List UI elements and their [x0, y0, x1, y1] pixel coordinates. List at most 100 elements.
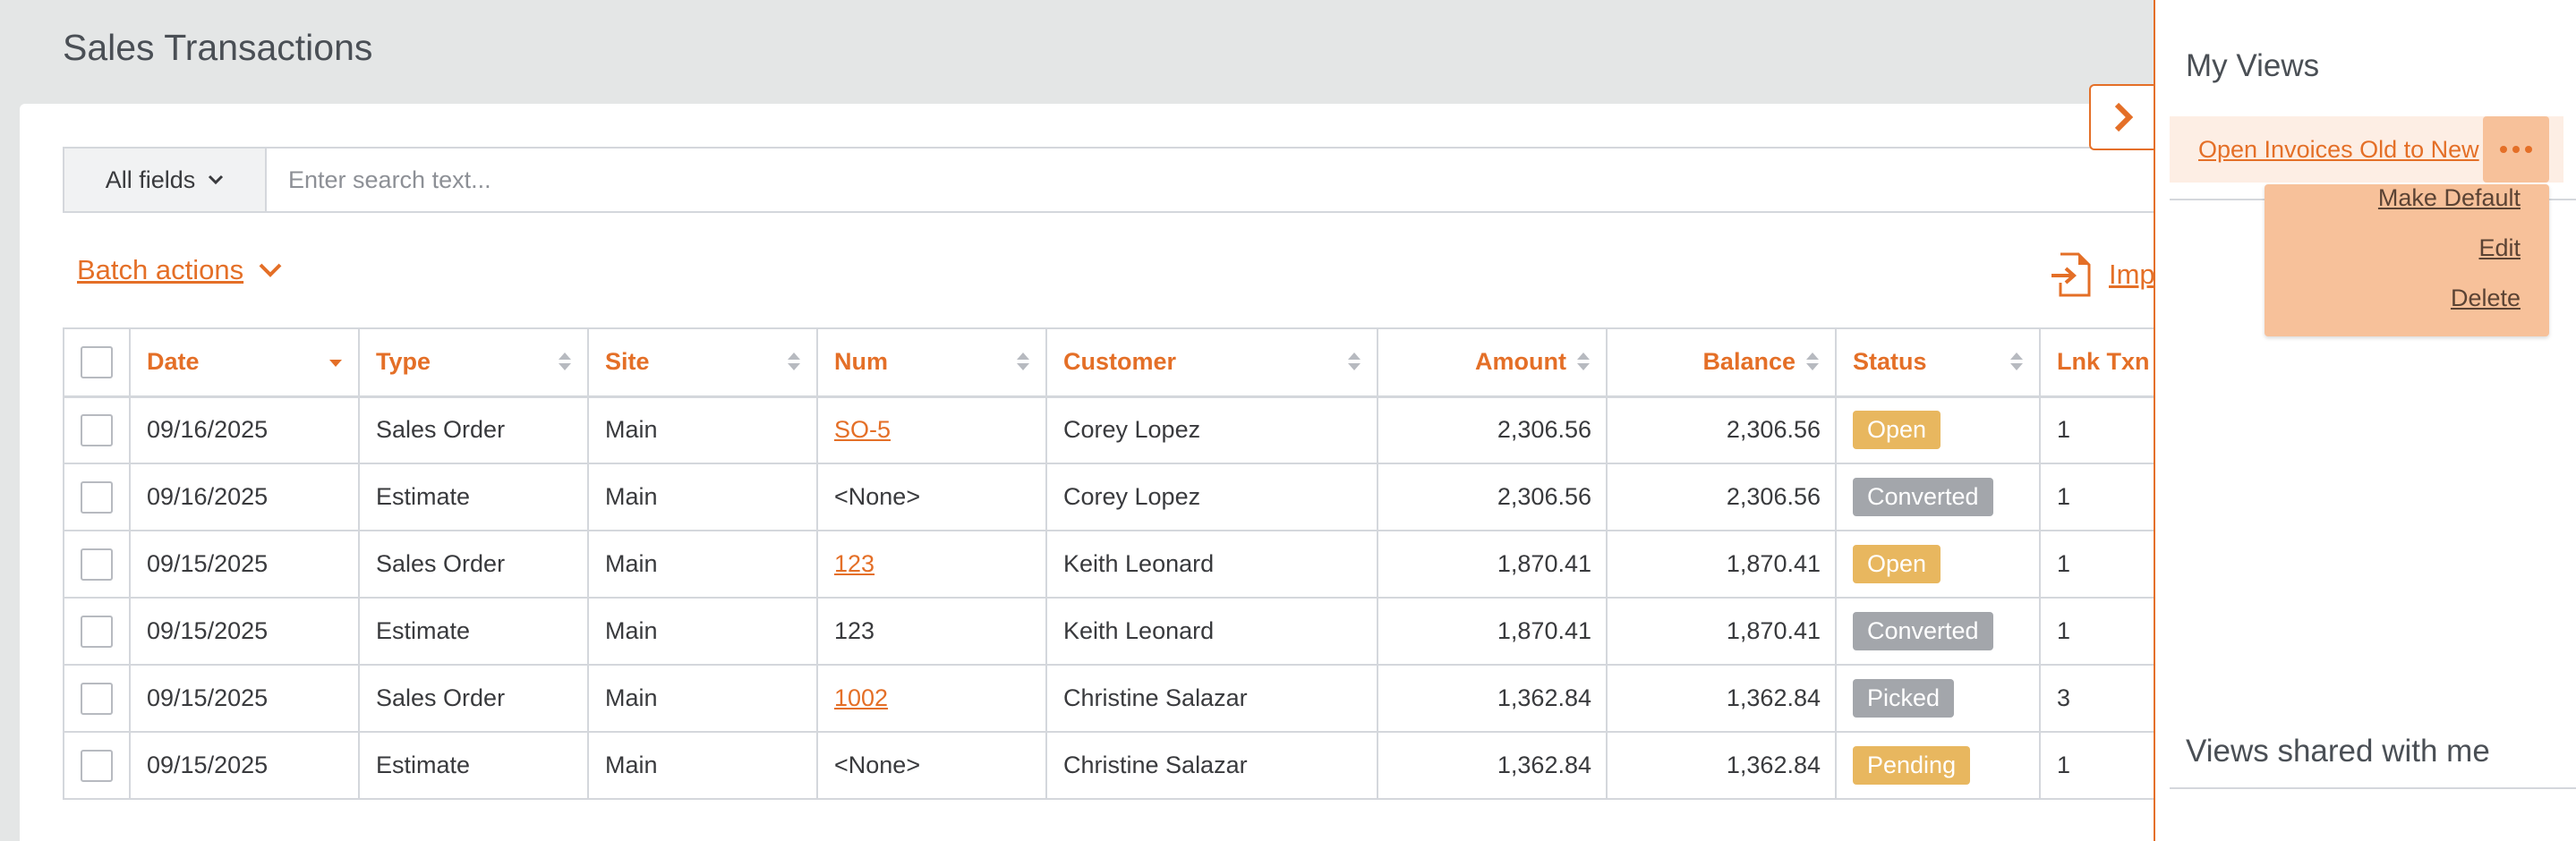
cell-amount: 1,362.84	[1377, 731, 1608, 800]
status-badge: Converted	[1853, 478, 1993, 516]
cell-lnk-txn: 1	[2039, 395, 2168, 464]
cell-date: 09/16/2025	[129, 395, 360, 464]
cell-site-text: Main	[605, 684, 658, 711]
sort-icon	[1806, 353, 1819, 370]
cell-date: 09/15/2025	[129, 597, 360, 666]
cell-balance: 1,870.41	[1606, 530, 1837, 599]
cell-lnk-txn: 1	[2039, 731, 2168, 800]
select-all-checkbox[interactable]	[81, 345, 113, 378]
table-row[interactable]: 09/15/2025 Sales Order Main 1002 Christine S…	[63, 664, 2168, 733]
cell-num: SO-5	[816, 395, 1047, 464]
view-link[interactable]: Open Invoices Old to New	[2198, 136, 2479, 164]
cell-type: Estimate	[358, 463, 589, 531]
cell-type-text: Estimate	[376, 483, 471, 510]
cell-lnk-txn: 1	[2039, 530, 2168, 599]
page-title: Sales Transactions	[63, 27, 373, 68]
column-header-label: Balance	[1702, 348, 1796, 376]
cell-type-text: Sales Order	[376, 684, 506, 711]
cell-lnk-txn-text: 1	[2057, 617, 2071, 644]
row-checkbox[interactable]	[81, 480, 113, 514]
cell-num: <None>	[816, 463, 1047, 531]
cell-site-text: Main	[605, 617, 658, 644]
cell-amount: 1,362.84	[1377, 664, 1608, 733]
views-panel: My Views Open Invoices Old to New Make D…	[2154, 0, 2576, 841]
row-checkbox[interactable]	[81, 615, 113, 648]
table-row[interactable]: 09/15/2025 Estimate Main <None> Christine Sa…	[63, 731, 2168, 800]
menu-item-make-default[interactable]: Make Default	[2378, 184, 2521, 212]
table-header-row: Date Type Site Num Customer Amount Balan…	[63, 327, 2168, 398]
cell-amount: 1,870.41	[1377, 530, 1608, 599]
sort-descending-icon	[329, 360, 342, 367]
divider	[2170, 787, 2576, 789]
table-row[interactable]: 09/16/2025 Estimate Main <None> Corey Lopez 2…	[63, 463, 2168, 531]
cell-balance-text: 1,362.84	[1726, 684, 1821, 711]
cell-date: 09/16/2025	[129, 463, 360, 531]
cell-site-text: Main	[605, 752, 658, 778]
shared-views-heading: Views shared with me	[2186, 734, 2490, 769]
cell-num-text: 123	[834, 617, 875, 644]
cell-amount: 1,870.41	[1377, 597, 1608, 666]
table-row[interactable]: 09/16/2025 Sales Order Main SO-5 Corey Lopez…	[63, 395, 2168, 464]
cell-type-text: Estimate	[376, 617, 471, 644]
cell-status: Picked	[1835, 664, 2041, 733]
status-badge: Open	[1853, 545, 1941, 583]
column-header-balance[interactable]: Balance	[1606, 327, 1837, 398]
cell-date: 09/15/2025	[129, 530, 360, 599]
search-bar: All fields	[63, 147, 2211, 213]
column-header-site[interactable]: Site	[587, 327, 818, 398]
import-button[interactable]: Imp	[2050, 252, 2155, 297]
cell-lnk-txn-text: 1	[2057, 550, 2071, 577]
column-header-num[interactable]: Num	[816, 327, 1047, 398]
cell-date-text: 09/15/2025	[147, 617, 269, 644]
cell-balance: 2,306.56	[1606, 395, 1837, 464]
cell-status: Open	[1835, 395, 2041, 464]
transaction-number-link[interactable]: SO-5	[834, 416, 891, 443]
column-header-status[interactable]: Status	[1835, 327, 2041, 398]
cell-lnk-txn: 1	[2039, 463, 2168, 531]
cell-num: 123	[816, 530, 1047, 599]
row-checkbox[interactable]	[81, 749, 113, 782]
column-header-amount[interactable]: Amount	[1377, 327, 1608, 398]
sort-icon	[1577, 353, 1590, 370]
transaction-number-link[interactable]: 1002	[834, 684, 888, 711]
cell-balance: 1,870.41	[1606, 597, 1837, 666]
transaction-number-link[interactable]: 123	[834, 550, 874, 577]
cell-site: Main	[587, 597, 818, 666]
cell-lnk-txn-text: 1	[2057, 483, 2071, 510]
menu-item-delete[interactable]: Delete	[2451, 285, 2521, 312]
batch-actions-button[interactable]: Batch actions	[77, 254, 283, 286]
cell-date: 09/15/2025	[129, 731, 360, 800]
dot-icon	[2525, 146, 2532, 153]
row-checkbox[interactable]	[81, 413, 113, 446]
row-checkbox[interactable]	[81, 682, 113, 715]
cell-lnk-txn: 3	[2039, 664, 2168, 733]
cell-site: Main	[587, 731, 818, 800]
menu-item-edit[interactable]: Edit	[2478, 234, 2521, 262]
cell-type-text: Estimate	[376, 752, 471, 778]
cell-amount-text: 1,870.41	[1497, 617, 1591, 644]
chevron-down-icon	[259, 263, 282, 277]
column-header-date[interactable]: Date	[129, 327, 360, 398]
cell-customer: Christine Salazar	[1045, 664, 1378, 733]
field-filter-dropdown[interactable]: All fields	[64, 149, 267, 211]
cell-customer-text: Keith Leonard	[1063, 550, 1215, 577]
table-row[interactable]: 09/15/2025 Estimate Main 123 Keith Leonard 1,…	[63, 597, 2168, 666]
row-checkbox[interactable]	[81, 548, 113, 581]
column-header-label: Lnk Txn	[2057, 348, 2150, 376]
column-header-label: Site	[605, 348, 650, 376]
column-header-lnk-txn[interactable]: Lnk Txn	[2039, 327, 2168, 398]
table-row[interactable]: 09/15/2025 Sales Order Main 123 Keith Leonar…	[63, 530, 2168, 599]
select-all-cell	[63, 327, 131, 398]
status-badge: Pending	[1853, 746, 1971, 785]
column-header-label: Date	[147, 348, 200, 376]
search-input[interactable]	[267, 149, 2209, 211]
cell-customer: Corey Lopez	[1045, 395, 1378, 464]
my-views-heading: My Views	[2186, 48, 2320, 83]
row-select-cell	[63, 463, 131, 531]
transactions-table: Date Type Site Num Customer Amount Balan…	[63, 327, 2168, 800]
column-header-type[interactable]: Type	[358, 327, 589, 398]
column-header-customer[interactable]: Customer	[1045, 327, 1378, 398]
panel-collapse-button[interactable]	[2089, 84, 2157, 150]
field-filter-label: All fields	[105, 166, 196, 193]
more-options-button[interactable]	[2483, 116, 2549, 183]
